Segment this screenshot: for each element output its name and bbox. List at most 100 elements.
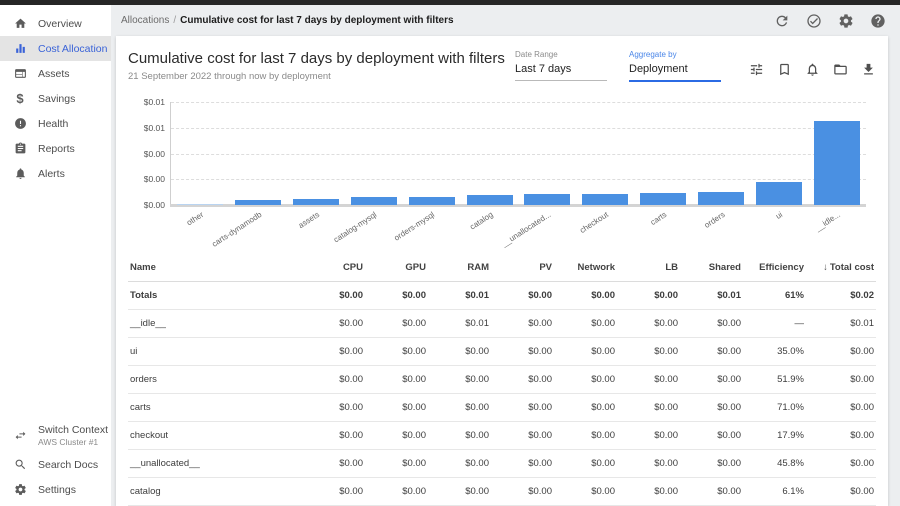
table-row--idle-[interactable]: __idle__$0.00$0.00$0.01$0.00$0.00$0.00$0… [128, 310, 876, 338]
row-value: $0.00 [428, 430, 491, 441]
bar-orders[interactable] [698, 192, 744, 205]
row-value: $0.00 [554, 486, 617, 497]
sidebar-item-settings[interactable]: Settings [0, 477, 111, 502]
sidebar-item-label: Assets [38, 68, 70, 80]
download-icon-button[interactable] [861, 62, 876, 77]
row-value: $0.01 [428, 290, 491, 301]
download-icon [861, 62, 876, 77]
row-value: $0.00 [680, 346, 743, 357]
row-value: 61% [743, 290, 806, 301]
sidebar-item-savings[interactable]: $Savings [0, 86, 111, 111]
row-value: $0.00 [365, 458, 428, 469]
row-value: $0.00 [491, 486, 554, 497]
row-name: __idle__ [128, 318, 302, 329]
bar-assets[interactable] [293, 199, 339, 205]
column-header-ram[interactable]: RAM [428, 262, 491, 273]
bar-ui[interactable] [756, 182, 802, 205]
row-value: $0.00 [302, 486, 365, 497]
row-value: $0.00 [365, 486, 428, 497]
refresh-icon [774, 13, 790, 29]
column-header-name[interactable]: Name [128, 262, 302, 273]
row-value: $0.00 [554, 318, 617, 329]
table-row-catalog[interactable]: catalog$0.00$0.00$0.00$0.00$0.00$0.00$0.… [128, 478, 876, 506]
sidebar-item-alerts[interactable]: Alerts [0, 161, 111, 186]
sidebar-item-switch-context[interactable]: Switch ContextAWS Cluster #1 [0, 418, 111, 452]
row-value: $0.01 [680, 290, 743, 301]
date-range-field[interactable]: Date Range Last 7 days [515, 50, 607, 81]
column-header-cpu[interactable]: CPU [302, 262, 365, 273]
column-header-pv[interactable]: PV [491, 262, 554, 273]
sidebar: Overview Cost Allocation Assets $SavingsHea… [0, 5, 111, 506]
table-row-ui[interactable]: ui$0.00$0.00$0.00$0.00$0.00$0.00$0.0035.… [128, 338, 876, 366]
row-value: $0.00 [680, 318, 743, 329]
row-value: 17.9% [743, 430, 806, 441]
sidebar-item-sublabel: AWS Cluster #1 [38, 437, 108, 447]
column-header-total-cost[interactable]: ↓Total cost [806, 262, 876, 273]
tune-filters-icon-button[interactable] [749, 62, 764, 77]
sidebar-item-health[interactable]: Health [0, 111, 111, 136]
column-header-shared[interactable]: Shared [680, 262, 743, 273]
bar-carts-dynamodb[interactable] [235, 200, 281, 205]
aggregate-by-field[interactable]: Aggregate by Deployment [629, 50, 721, 82]
sidebar-item-assets[interactable]: Assets [0, 61, 111, 86]
table-row-carts[interactable]: carts$0.00$0.00$0.00$0.00$0.00$0.00$0.00… [128, 394, 876, 422]
cumulative-cost-bar-chart: $0.01$0.01$0.00$0.00$0.00othercarts-dyna… [128, 98, 876, 240]
bar-orders-mysql[interactable] [409, 197, 455, 205]
row-value: $0.00 [302, 430, 365, 441]
x-axis-tick-label: __unallocated... [500, 210, 552, 248]
search-icon [14, 458, 27, 471]
bar-other[interactable] [177, 204, 223, 205]
column-header-lb[interactable]: LB [617, 262, 680, 273]
bell-outline-icon-button[interactable] [805, 62, 820, 77]
sidebar-item-label: Cost Allocation [38, 43, 107, 55]
row-value: $0.00 [302, 290, 365, 301]
folder-icon-button[interactable] [833, 62, 848, 77]
breadcrumb-separator: / [173, 15, 176, 26]
table-row-orders[interactable]: orders$0.00$0.00$0.00$0.00$0.00$0.00$0.0… [128, 366, 876, 394]
sidebar-item-cost-allocation[interactable]: Cost Allocation [0, 36, 111, 61]
column-header-network[interactable]: Network [554, 262, 617, 273]
bar--idle-[interactable] [814, 121, 860, 205]
y-axis-tick-label: $0.01 [144, 123, 171, 133]
row-value: $0.01 [806, 318, 876, 329]
row-value: $0.00 [491, 290, 554, 301]
row-value: $0.02 [806, 290, 876, 301]
sidebar-item-reports[interactable]: Reports [0, 136, 111, 161]
bar-slot-orders-mysql: orders-mysql [403, 102, 461, 205]
table-header-row: NameCPUGPURAMPVNetworkLBSharedEfficiency… [128, 254, 876, 282]
bar-catalog-mysql[interactable] [351, 197, 397, 205]
aggregate-by-value[interactable]: Deployment [629, 59, 721, 82]
gear-icon [14, 483, 27, 496]
breadcrumb-parent[interactable]: Allocations [121, 15, 169, 26]
table-row-totals[interactable]: Totals$0.00$0.00$0.01$0.00$0.00$0.00$0.0… [128, 282, 876, 310]
table-row-checkout[interactable]: checkout$0.00$0.00$0.00$0.00$0.00$0.00$0… [128, 422, 876, 450]
bookmark-icon-button[interactable] [777, 62, 792, 77]
sidebar-item-label: Reports [38, 143, 75, 155]
bar-catalog[interactable] [467, 195, 513, 205]
help-icon-button[interactable] [870, 13, 886, 29]
row-value: $0.00 [491, 430, 554, 441]
gear-icon-button[interactable] [838, 13, 854, 29]
bar-checkout[interactable] [582, 194, 628, 205]
row-value: $0.00 [617, 486, 680, 497]
row-name: checkout [128, 430, 302, 441]
sidebar-item-label: Alerts [38, 168, 65, 180]
column-header-efficiency[interactable]: Efficiency [743, 262, 806, 273]
sidebar-item-search-docs[interactable]: Search Docs [0, 452, 111, 477]
bar--unallocated-[interactable] [524, 194, 570, 205]
card-header: Cumulative cost for last 7 days by deplo… [128, 50, 876, 82]
table-row--unallocated-[interactable]: __unallocated__$0.00$0.00$0.00$0.00$0.00… [128, 450, 876, 478]
bar-carts[interactable] [640, 193, 686, 205]
home-icon [14, 17, 27, 30]
row-value: $0.00 [302, 346, 365, 357]
check-circle-icon-button[interactable] [806, 13, 822, 29]
row-value: $0.00 [806, 374, 876, 385]
row-value: $0.01 [428, 318, 491, 329]
column-header-gpu[interactable]: GPU [365, 262, 428, 273]
refresh-icon-button[interactable] [774, 13, 790, 29]
sidebar-item-overview[interactable]: Overview [0, 11, 111, 36]
sidebar-item-label: Overview [38, 18, 82, 30]
row-value: $0.00 [302, 458, 365, 469]
x-axis-tick-label: catalog-mysql [332, 210, 378, 244]
date-range-value[interactable]: Last 7 days [515, 59, 607, 81]
